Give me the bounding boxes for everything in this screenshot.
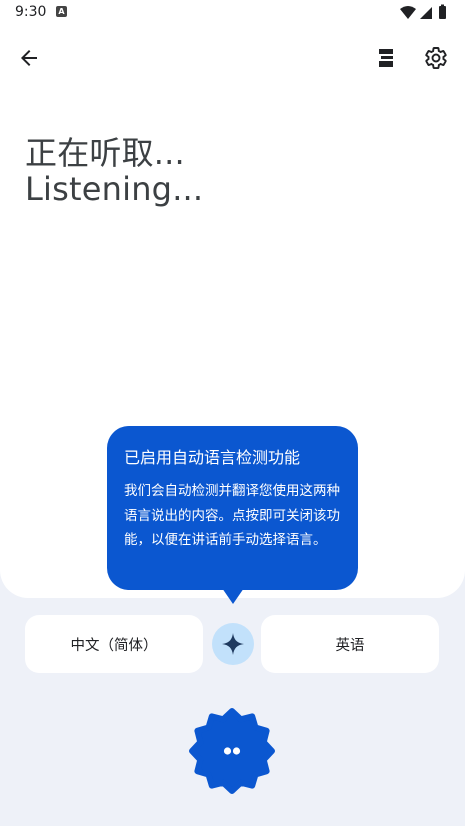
target-transcript: Listening...: [25, 170, 204, 208]
auto-detect-toggle-button[interactable]: [212, 623, 254, 665]
notification-badge-icon: A: [56, 6, 67, 17]
auto-detect-tooltip[interactable]: 已启用自动语言检测功能 我们会自动检测并翻译您使用这两种语言说出的内容。点按即可…: [107, 426, 358, 590]
status-bar: 9:30 A: [0, 0, 465, 26]
source-language-button[interactable]: 中文（简体）: [25, 615, 203, 673]
gear-icon: [425, 47, 447, 69]
back-button[interactable]: [9, 38, 49, 78]
status-icons: [400, 4, 446, 19]
target-language-button[interactable]: 英语: [261, 615, 439, 673]
sparkle-icon: [222, 633, 244, 655]
signal-icon: [420, 7, 432, 19]
settings-button[interactable]: [416, 38, 456, 78]
listening-dots-icon: [189, 708, 275, 794]
battery-icon: [439, 6, 446, 19]
tooltip-body: 我们会自动检测并翻译您使用这两种语言说出的内容。点按即可关闭该功能，以便在讲话前…: [124, 483, 340, 548]
layout-toggle-button[interactable]: [366, 38, 406, 78]
status-time: 9:30: [15, 4, 47, 20]
source-transcript: 正在听取...: [25, 134, 185, 172]
tooltip-arrow: [222, 588, 244, 604]
tooltip-title: 已启用自动语言检测功能: [124, 448, 301, 467]
arrow-back-icon: [21, 50, 37, 66]
split-view-icon: [379, 49, 393, 67]
mic-button[interactable]: [186, 705, 278, 797]
wifi-icon: [400, 6, 416, 19]
